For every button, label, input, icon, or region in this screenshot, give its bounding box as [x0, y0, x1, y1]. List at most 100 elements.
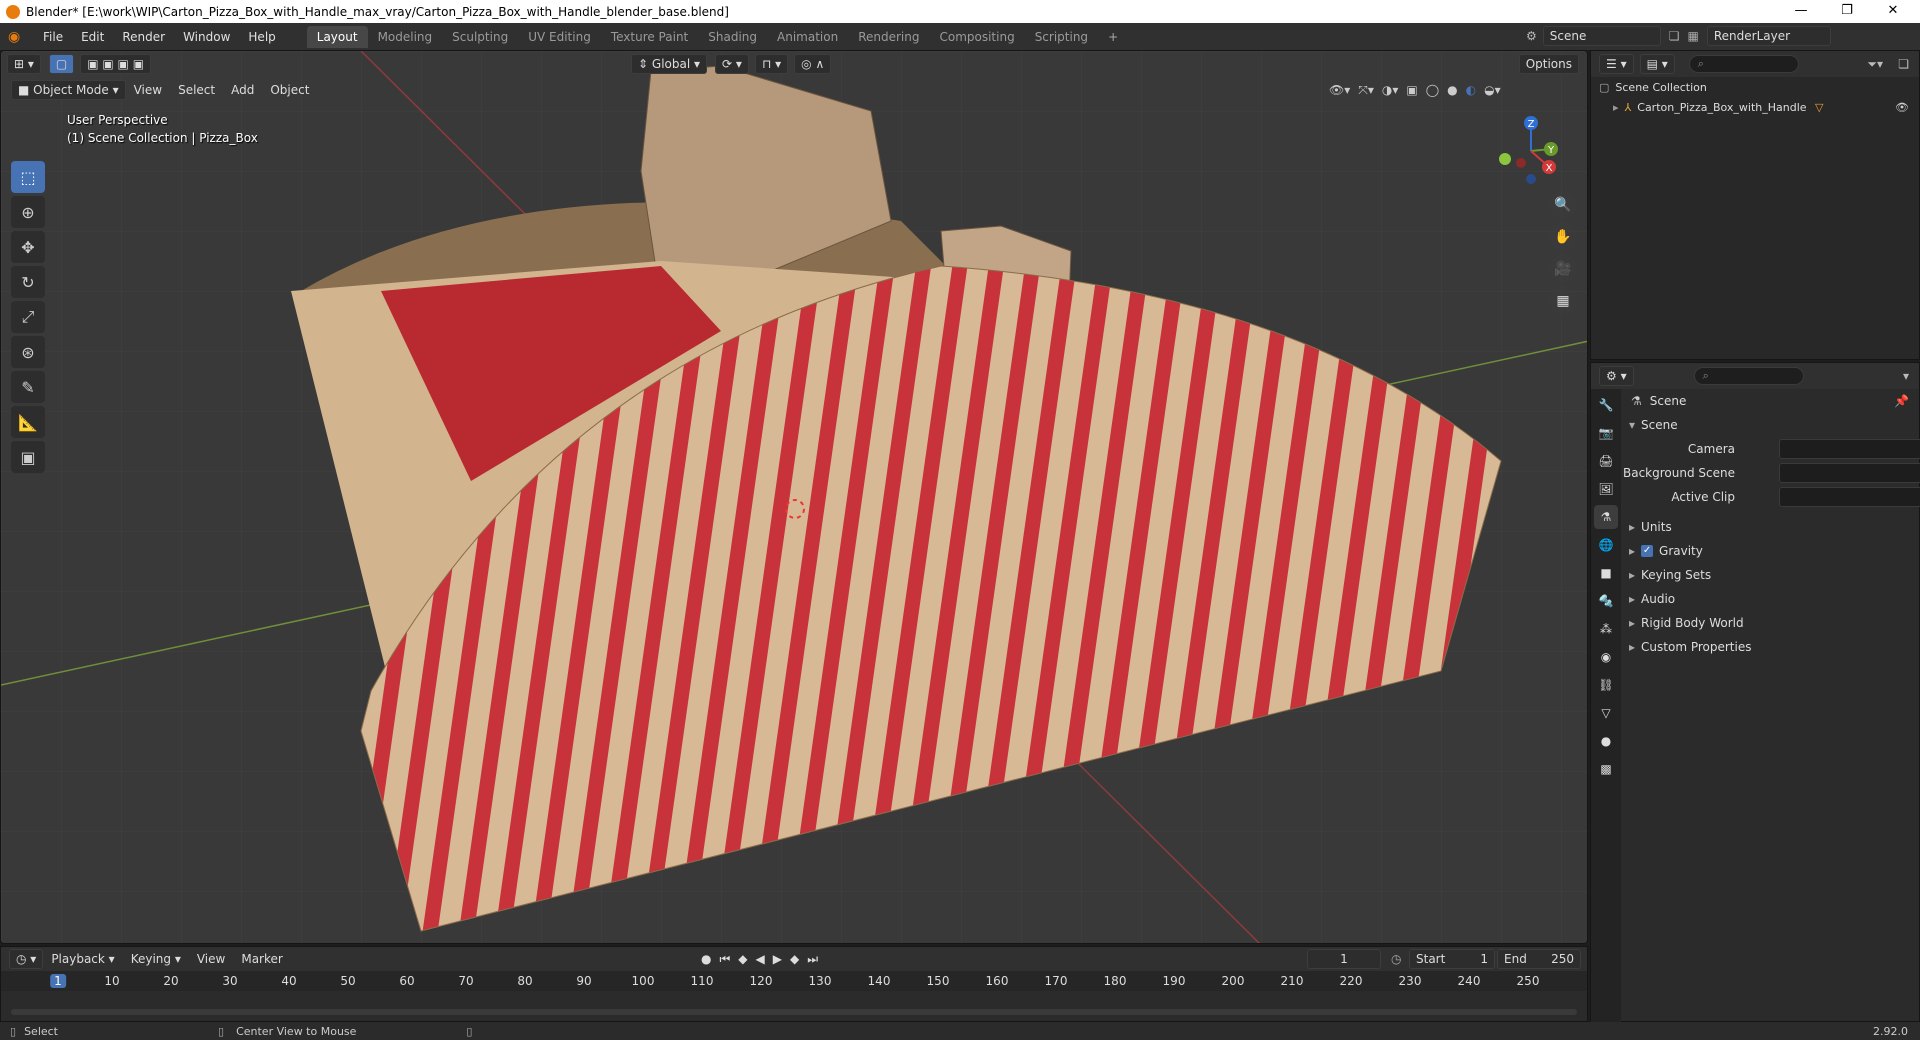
visibility-eye-icon[interactable]: 👁: [1895, 101, 1909, 114]
new-collection-icon[interactable]: ❏: [1898, 57, 1909, 71]
3d-viewport[interactable]: ⊞ ▾ ▢ ▣ ▣ ▣ ▣ ⇕ Global ▾ ⟳ ▾ ⊓ ▾ ◎ ∧ Opt…: [0, 50, 1588, 944]
modifier-tab-icon[interactable]: 🔩: [1594, 589, 1618, 613]
menu-window[interactable]: Window: [174, 30, 239, 44]
viewport-menu-view[interactable]: View: [126, 83, 170, 97]
timeline-menu-view[interactable]: View: [189, 952, 233, 966]
timeline-ruler[interactable]: 1 10 20 30 40 50 60 70 80 90 100 110 120…: [1, 971, 1587, 991]
viewport-menu-add[interactable]: Add: [223, 83, 262, 97]
navigation-gizmo[interactable]: Z Y X: [1491, 111, 1571, 191]
outliner-search-input[interactable]: ⌕: [1688, 55, 1799, 73]
measure-tool-icon[interactable]: 📐: [11, 406, 45, 438]
timeline-menu-keying[interactable]: Keying ▾: [123, 952, 189, 966]
data-tab-icon[interactable]: ▽: [1594, 701, 1618, 725]
output-tab-icon[interactable]: 🖨: [1594, 449, 1618, 473]
gravity-checkbox[interactable]: ✓: [1641, 545, 1654, 557]
tab-animation[interactable]: Animation: [767, 26, 848, 48]
tab-sculpting[interactable]: Sculpting: [442, 26, 518, 48]
scene-selector[interactable]: Scene: [1542, 26, 1661, 46]
material-shading-icon[interactable]: ◐: [1466, 83, 1476, 98]
overlays-icon[interactable]: ◑▾: [1382, 83, 1399, 98]
rendered-shading-icon[interactable]: ◒▾: [1484, 83, 1501, 98]
select-box-tool-icon[interactable]: ▢: [48, 54, 75, 74]
transform-tool-icon[interactable]: ⊛: [11, 336, 45, 368]
timeline-menu-playback[interactable]: Playback ▾: [43, 952, 122, 966]
camera-field[interactable]: [1779, 439, 1920, 459]
scale-tool-icon[interactable]: ⤢: [11, 301, 45, 333]
transform-orientation-select[interactable]: ⇕ Global ▾: [631, 54, 708, 74]
gizmo-icon[interactable]: ⤧▾: [1358, 83, 1374, 98]
add-cube-tool-icon[interactable]: ▣: [11, 441, 45, 473]
outliner-item-row[interactable]: ▸ ⅄ Carton_Pizza_Box_with_Handle ▽ 👁: [1591, 97, 1919, 117]
jump-start-icon[interactable]: ⏮: [719, 952, 730, 967]
ortho-toggle-icon[interactable]: ▦: [1549, 287, 1577, 315]
tool-tab-icon[interactable]: 🔧: [1594, 393, 1618, 417]
properties-editor-type-icon[interactable]: ⚙ ▾: [1599, 366, 1634, 386]
rotate-tool-icon[interactable]: ↻: [11, 266, 45, 298]
tab-texture-paint[interactable]: Texture Paint: [601, 26, 698, 48]
select-tool-icon[interactable]: ⬚: [11, 161, 45, 193]
xray-icon[interactable]: ▣: [1406, 83, 1417, 98]
tab-modeling[interactable]: Modeling: [368, 26, 443, 48]
pivot-point-button[interactable]: ⟳ ▾: [715, 54, 749, 74]
tab-scripting[interactable]: Scripting: [1025, 26, 1098, 48]
properties-options-icon[interactable]: ▾: [1903, 369, 1909, 383]
timeline-editor-type-icon[interactable]: ◷ ▾: [9, 949, 44, 969]
texture-tab-icon[interactable]: ▩: [1594, 757, 1618, 781]
menu-edit[interactable]: Edit: [72, 30, 113, 44]
custom-properties-panel[interactable]: ▸ Custom Properties: [1623, 635, 1919, 659]
menu-file[interactable]: File: [34, 30, 72, 44]
object-tab-icon[interactable]: ■: [1594, 561, 1618, 585]
jump-end-icon[interactable]: ⏭: [807, 952, 818, 967]
constraints-tab-icon[interactable]: ⛓: [1594, 673, 1618, 697]
record-icon[interactable]: ●: [701, 952, 711, 967]
pan-hand-icon[interactable]: ✋: [1549, 223, 1577, 251]
view-layer-tab-icon[interactable]: 🖼: [1594, 477, 1618, 501]
restore-button[interactable]: ❐: [1824, 0, 1870, 23]
visibility-icon[interactable]: 👁▾: [1329, 83, 1350, 98]
play-icon[interactable]: ▶: [773, 952, 782, 967]
scene-tab-icon[interactable]: ⚗: [1594, 505, 1618, 529]
playhead[interactable]: 1: [50, 974, 66, 988]
zoom-icon[interactable]: 🔍: [1549, 191, 1577, 219]
outliner-editor-type-icon[interactable]: ☰ ▾: [1599, 54, 1634, 74]
start-frame-field[interactable]: Start 1: [1409, 949, 1495, 969]
tab-rendering[interactable]: Rendering: [848, 26, 929, 48]
physics-tab-icon[interactable]: ◉: [1594, 645, 1618, 669]
tab-layout[interactable]: Layout: [306, 25, 368, 48]
background-scene-field[interactable]: [1779, 463, 1920, 483]
wireframe-shading-icon[interactable]: ◯: [1426, 83, 1439, 98]
filter-icon[interactable]: ⏷▾: [1867, 57, 1883, 72]
viewport-menu-select[interactable]: Select: [170, 83, 223, 97]
options-button[interactable]: Options: [1518, 54, 1579, 74]
expand-arrow-icon[interactable]: ▸: [1613, 101, 1619, 114]
world-tab-icon[interactable]: 🌐: [1594, 533, 1618, 557]
menu-help[interactable]: Help: [239, 30, 284, 44]
display-mode-icon[interactable]: ▤ ▾: [1639, 54, 1675, 74]
tab-uv-editing[interactable]: UV Editing: [518, 26, 601, 48]
play-reverse-icon[interactable]: ◀: [756, 952, 765, 967]
tab-compositing[interactable]: Compositing: [929, 26, 1024, 48]
minimize-button[interactable]: —: [1778, 0, 1824, 23]
active-clip-field[interactable]: [1779, 487, 1920, 507]
new-scene-icon[interactable]: ❏: [1669, 29, 1680, 43]
blender-menu-icon[interactable]: ◉: [8, 29, 34, 45]
current-frame-field[interactable]: 1: [1307, 949, 1381, 969]
snap-button[interactable]: ⊓ ▾: [754, 54, 789, 74]
gravity-panel[interactable]: ▸ ✓ Gravity: [1623, 539, 1919, 563]
tab-shading[interactable]: Shading: [698, 26, 767, 48]
scene-panel-header[interactable]: ▾ Scene: [1623, 413, 1919, 437]
timeline-menu-marker[interactable]: Marker: [233, 952, 290, 966]
rigid-body-world-panel[interactable]: ▸ Rigid Body World: [1623, 611, 1919, 635]
close-button[interactable]: ✕: [1870, 0, 1916, 23]
editor-type-button[interactable]: ⊞ ▾: [7, 54, 41, 74]
prev-keyframe-icon[interactable]: ◆: [738, 952, 747, 967]
render-tab-icon[interactable]: 📷: [1594, 421, 1618, 445]
next-keyframe-icon[interactable]: ◆: [790, 952, 799, 967]
move-tool-icon[interactable]: ✥: [11, 231, 45, 263]
units-panel[interactable]: ▸ Units: [1623, 515, 1919, 539]
solid-shading-icon[interactable]: ●: [1447, 83, 1457, 98]
mode-select[interactable]: ■ Object Mode ▾: [11, 80, 126, 100]
particles-tab-icon[interactable]: ⁂: [1594, 617, 1618, 641]
proportional-edit-button[interactable]: ◎ ∧: [794, 54, 832, 74]
viewport-menu-object[interactable]: Object: [262, 83, 317, 97]
